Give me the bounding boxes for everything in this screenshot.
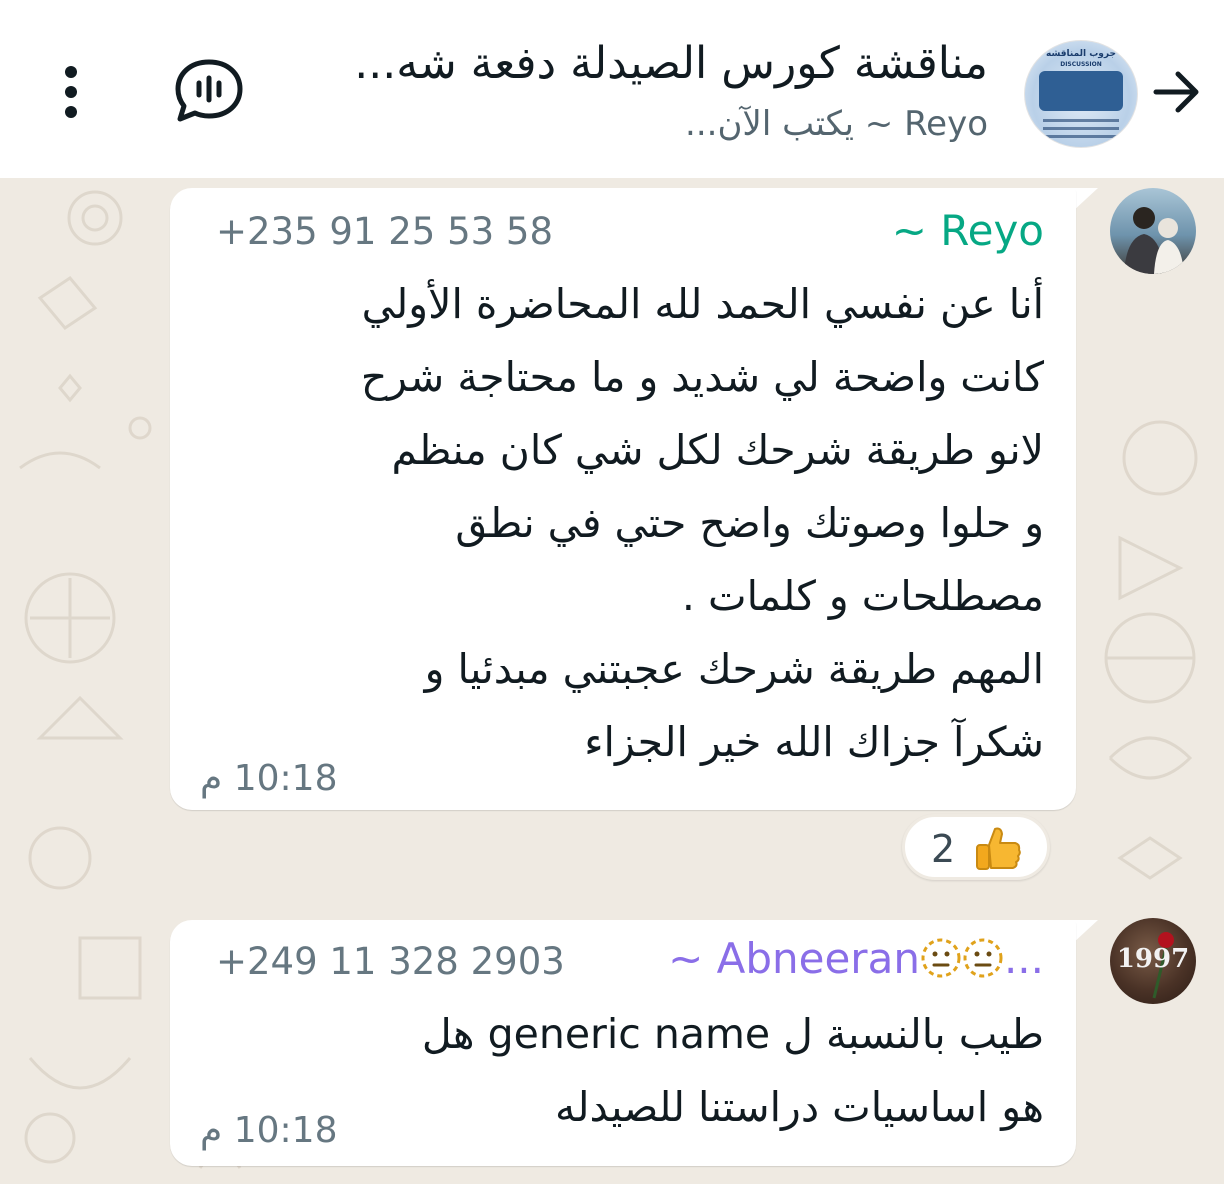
sender-phone[interactable]: +235 91 25 53 58 (216, 210, 553, 253)
group-avatar-banner (1039, 71, 1123, 111)
profile-photo-icon (1124, 207, 1184, 274)
sender-name[interactable]: ~ Reyo (892, 206, 1044, 255)
sender-name-ellipsis: ... (1003, 934, 1044, 983)
message-text: أنا عن نفسي الحمد لله المحاضرة الأولي كا… (360, 280, 1044, 766)
chat-header: جروب المناقشه DISCUSSION مناقشة كورس الص… (0, 0, 1224, 178)
sender-name-text: ~ Abneeran (668, 934, 920, 983)
reaction-pill[interactable]: 2 (902, 814, 1050, 880)
voice-chat-icon[interactable] (172, 56, 246, 126)
sender-avatar-abneeran[interactable]: 1997 (1110, 918, 1196, 1004)
reaction-count: 2 (931, 827, 956, 871)
more-vertical-icon[interactable] (56, 62, 86, 122)
sender-phone[interactable]: +249 11 328 2903 (216, 940, 565, 983)
message-bubble[interactable]: +249 11 328 2903 ~ Abneeran ... طيب بالن… (170, 920, 1076, 1166)
message-time: 10:18 م (200, 758, 338, 799)
neutral-face-icon (963, 938, 1003, 978)
message-time: 10:18 م (200, 1110, 338, 1151)
chat-title[interactable]: مناقشة كورس الصيدلة دفعة شه... (288, 38, 988, 89)
sender-name[interactable]: ~ Abneeran ... (668, 934, 1044, 983)
thumbs-up-icon (976, 827, 1021, 870)
neutral-face-icon (921, 938, 961, 978)
typing-status: Reyo ~ يكتب الآن... (685, 104, 988, 144)
group-avatar-line (1043, 127, 1119, 130)
group-avatar-subtitle: DISCUSSION (1060, 61, 1102, 68)
group-avatar[interactable]: جروب المناقشه DISCUSSION (1024, 40, 1138, 148)
arrow-right-icon[interactable] (1146, 62, 1206, 122)
avatar-text: 1997 (1116, 944, 1190, 974)
group-avatar-title: جروب المناقشه (1046, 49, 1116, 59)
message-bubble[interactable]: +235 91 25 53 58 ~ Reyo أنا عن نفسي الحم… (170, 188, 1076, 810)
group-avatar-line (1043, 135, 1119, 138)
sender-avatar-reyo[interactable] (1110, 188, 1196, 274)
group-avatar-line (1043, 119, 1119, 122)
